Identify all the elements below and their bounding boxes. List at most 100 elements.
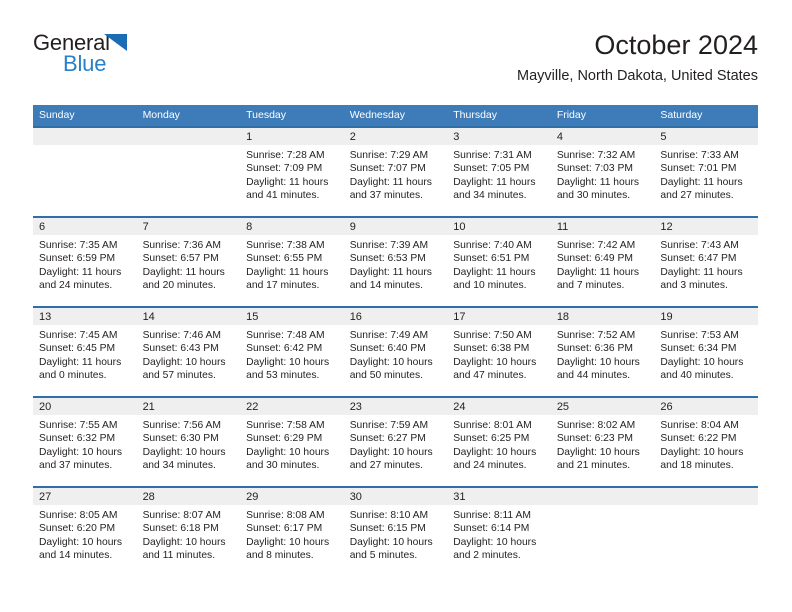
day-details: Sunrise: 8:11 AM Sunset: 6:14 PM Daylight:… [447, 505, 551, 563]
daylight-text: Daylight: 10 hours and 8 minutes. [246, 536, 330, 562]
calendar-day-cell[interactable]: 8 Sunrise: 7:38 AM Sunset: 6:55 PM Daylight… [240, 216, 344, 307]
sunset-text: Sunset: 7:09 PM [246, 163, 323, 175]
logo-triangle-icon [104, 34, 127, 51]
day-details: Sunrise: 8:01 AM Sunset: 6:25 PM Daylight:… [447, 415, 551, 473]
sunrise-text: Sunrise: 7:55 AM [39, 420, 118, 431]
sunset-text: Sunset: 6:22 PM [660, 433, 737, 445]
sunrise-text: Sunrise: 7:42 AM [556, 240, 636, 251]
sunset-text: Sunset: 6:57 PM [142, 253, 219, 265]
calendar-day-cell[interactable]: 28 Sunrise: 8:07 AM Sunset: 6:18 PM Dayligh… [136, 486, 241, 576]
day-number: 19 [654, 308, 758, 325]
day-details: Sunrise: 7:33 AM Sunset: 7:01 PM Daylight:… [654, 145, 758, 203]
sunrise-text: Sunrise: 7:29 AM [349, 150, 429, 161]
daylight-text: Daylight: 10 hours and 14 minutes. [39, 536, 122, 562]
calendar-day-cell[interactable]: 10 Sunrise: 7:40 AM Sunset: 6:51 PM Dayligh… [447, 216, 551, 307]
calendar-day-cell[interactable]: 4 Sunrise: 7:32 AM Sunset: 7:03 PM Daylight… [550, 126, 655, 217]
calendar-day-cell[interactable]: 19 Sunrise: 7:53 AM Sunset: 6:34 PM Dayligh… [654, 306, 758, 397]
calendar-day-cell[interactable]: 27 Sunrise: 8:05 AM Sunset: 6:20 PM Dayligh… [33, 486, 137, 576]
sunset-text: Sunset: 6:14 PM [453, 523, 530, 535]
page-title: October 2024 [594, 30, 758, 60]
sunset-text: Sunset: 7:03 PM [556, 163, 633, 175]
calendar-day-cell[interactable]: 30 Sunrise: 8:10 AM Sunset: 6:15 PM Dayligh… [343, 486, 448, 576]
calendar-day-cell[interactable]: 13 Sunrise: 7:45 AM Sunset: 6:45 PM Dayligh… [33, 306, 137, 397]
day-details: Sunrise: 7:35 AM Sunset: 6:59 PM Daylight:… [33, 235, 137, 293]
daylight-text: Daylight: 11 hours and 27 minutes. [660, 176, 743, 202]
day-number: 5 [654, 128, 758, 145]
calendar-day-cell[interactable]: 9 Sunrise: 7:39 AM Sunset: 6:53 PM Daylight… [343, 216, 448, 307]
sunset-text: Sunset: 6:49 PM [556, 253, 633, 265]
sunrise-text: Sunrise: 7:53 AM [660, 330, 739, 341]
calendar-week-row: 20 Sunrise: 7:55 AM Sunset: 6:32 PM Dayligh… [33, 396, 758, 487]
day-number: 3 [447, 128, 551, 145]
sunset-text: Sunset: 7:07 PM [349, 163, 426, 175]
day-details: Sunrise: 7:52 AM Sunset: 6:36 PM Daylight:… [551, 325, 655, 383]
calendar-day-cell[interactable]: 17 Sunrise: 7:50 AM Sunset: 6:38 PM Dayligh… [447, 306, 551, 397]
sunrise-text: Sunrise: 8:01 AM [453, 420, 532, 431]
day-number: 10 [447, 218, 551, 235]
sunset-text: Sunset: 6:18 PM [142, 523, 219, 535]
calendar-day-cell[interactable]: 22 Sunrise: 7:58 AM Sunset: 6:29 PM Dayligh… [240, 396, 344, 487]
calendar-week-row: 1 Sunrise: 7:28 AM Sunset: 7:09 PM Daylight… [33, 126, 758, 217]
calendar-day-cell[interactable]: 23 Sunrise: 7:59 AM Sunset: 6:27 PM Dayligh… [343, 396, 448, 487]
calendar-day-cell[interactable]: 7 Sunrise: 7:36 AM Sunset: 6:57 PM Daylight… [136, 216, 241, 307]
sunrise-text: Sunrise: 7:45 AM [39, 330, 118, 341]
calendar-day-cell[interactable]: 1 Sunrise: 7:28 AM Sunset: 7:09 PM Daylight… [240, 126, 344, 217]
calendar-day-cell[interactable]: 6 Sunrise: 7:35 AM Sunset: 6:59 PM Daylight… [33, 216, 137, 307]
calendar-table: Sunday Monday Tuesday Wednesday Thursday Frid… [33, 105, 758, 576]
sunset-text: Sunset: 6:40 PM [349, 343, 426, 355]
day-details: Sunrise: 7:50 AM Sunset: 6:38 PM Daylight:… [447, 325, 551, 383]
day-number: 15 [240, 308, 344, 325]
calendar-day-cell[interactable]: 29 Sunrise: 8:08 AM Sunset: 6:17 PM Dayligh… [240, 486, 344, 576]
day-number: 21 [136, 398, 241, 415]
day-number: 12 [654, 218, 758, 235]
sunrise-text: Sunrise: 8:11 AM [453, 510, 531, 521]
calendar-day-cell[interactable]: 12 Sunrise: 7:43 AM Sunset: 6:47 PM Dayligh… [654, 216, 758, 307]
sunset-text: Sunset: 6:32 PM [39, 433, 116, 445]
sunrise-text: Sunrise: 7:50 AM [453, 330, 532, 341]
calendar-day-cell[interactable]: 31 Sunrise: 8:11 AM Sunset: 6:14 PM Dayligh… [447, 486, 551, 576]
sunrise-text: Sunrise: 7:32 AM [556, 150, 636, 161]
sunset-text: Sunset: 6:51 PM [453, 253, 530, 265]
sunrise-text: Sunrise: 7:43 AM [660, 240, 739, 251]
day-number: 20 [33, 398, 137, 415]
sunset-text: Sunset: 6:20 PM [39, 523, 116, 535]
calendar-day-cell[interactable]: 26 Sunrise: 8:04 AM Sunset: 6:22 PM Dayligh… [654, 396, 758, 487]
calendar-day-cell[interactable]: 16 Sunrise: 7:49 AM Sunset: 6:40 PM Dayligh… [343, 306, 448, 397]
day-details: Sunrise: 7:29 AM Sunset: 7:07 PM Daylight:… [344, 145, 448, 203]
calendar-day-cell[interactable]: 3 Sunrise: 7:31 AM Sunset: 7:05 PM Daylight… [447, 126, 551, 217]
sunrise-text: Sunrise: 7:52 AM [556, 330, 636, 341]
calendar-day-cell[interactable]: 20 Sunrise: 7:55 AM Sunset: 6:32 PM Dayligh… [33, 396, 137, 487]
calendar-day-cell[interactable]: 2 Sunrise: 7:29 AM Sunset: 7:07 PM Daylight… [343, 126, 448, 217]
daylight-text: Daylight: 10 hours and 21 minutes. [556, 446, 640, 472]
sunrise-text: Sunrise: 7:28 AM [246, 150, 325, 161]
sunrise-text: Sunrise: 8:07 AM [142, 510, 221, 521]
daylight-text: Daylight: 11 hours and 0 minutes. [39, 356, 122, 382]
sunrise-text: Sunrise: 8:02 AM [556, 420, 636, 431]
day-number: 16 [343, 308, 448, 325]
calendar-body: 1 Sunrise: 7:28 AM Sunset: 7:09 PM Daylight… [33, 126, 758, 576]
calendar-day-cell[interactable]: 5 Sunrise: 7:33 AM Sunset: 7:01 PM Daylight… [654, 126, 758, 217]
sunset-text: Sunset: 7:05 PM [453, 163, 530, 175]
daylight-text: Daylight: 11 hours and 24 minutes. [39, 266, 122, 292]
sunrise-text: Sunrise: 8:10 AM [349, 510, 429, 521]
sunset-text: Sunset: 6:42 PM [246, 343, 323, 355]
day-number: 8 [240, 218, 344, 235]
day-number [33, 128, 137, 145]
daylight-text: Daylight: 11 hours and 34 minutes. [453, 176, 536, 202]
day-details: Sunrise: 7:58 AM Sunset: 6:29 PM Daylight:… [240, 415, 344, 473]
day-details: Sunrise: 7:39 AM Sunset: 6:53 PM Daylight:… [344, 235, 448, 293]
calendar-day-cell[interactable]: 15 Sunrise: 7:48 AM Sunset: 6:42 PM Dayligh… [240, 306, 344, 397]
sunset-text: Sunset: 6:27 PM [349, 433, 426, 445]
day-details: Sunrise: 8:04 AM Sunset: 6:22 PM Daylight:… [654, 415, 758, 473]
calendar-day-cell[interactable]: 24 Sunrise: 8:01 AM Sunset: 6:25 PM Dayligh… [447, 396, 551, 487]
calendar-day-cell[interactable]: 21 Sunrise: 7:56 AM Sunset: 6:30 PM Dayligh… [136, 396, 241, 487]
sunset-text: Sunset: 6:43 PM [142, 343, 219, 355]
day-number: 23 [343, 398, 448, 415]
calendar-day-cell[interactable]: 14 Sunrise: 7:46 AM Sunset: 6:43 PM Dayligh… [136, 306, 241, 397]
day-number [136, 128, 241, 145]
calendar-day-cell[interactable]: 11 Sunrise: 7:42 AM Sunset: 6:49 PM Dayligh… [550, 216, 655, 307]
general-blue-logo: General Blue [33, 32, 233, 84]
calendar-day-cell[interactable]: 25 Sunrise: 8:02 AM Sunset: 6:23 PM Dayligh… [550, 396, 655, 487]
calendar-day-cell[interactable]: 18 Sunrise: 7:52 AM Sunset: 6:36 PM Dayligh… [550, 306, 655, 397]
daylight-text: Daylight: 10 hours and 30 minutes. [246, 446, 330, 472]
